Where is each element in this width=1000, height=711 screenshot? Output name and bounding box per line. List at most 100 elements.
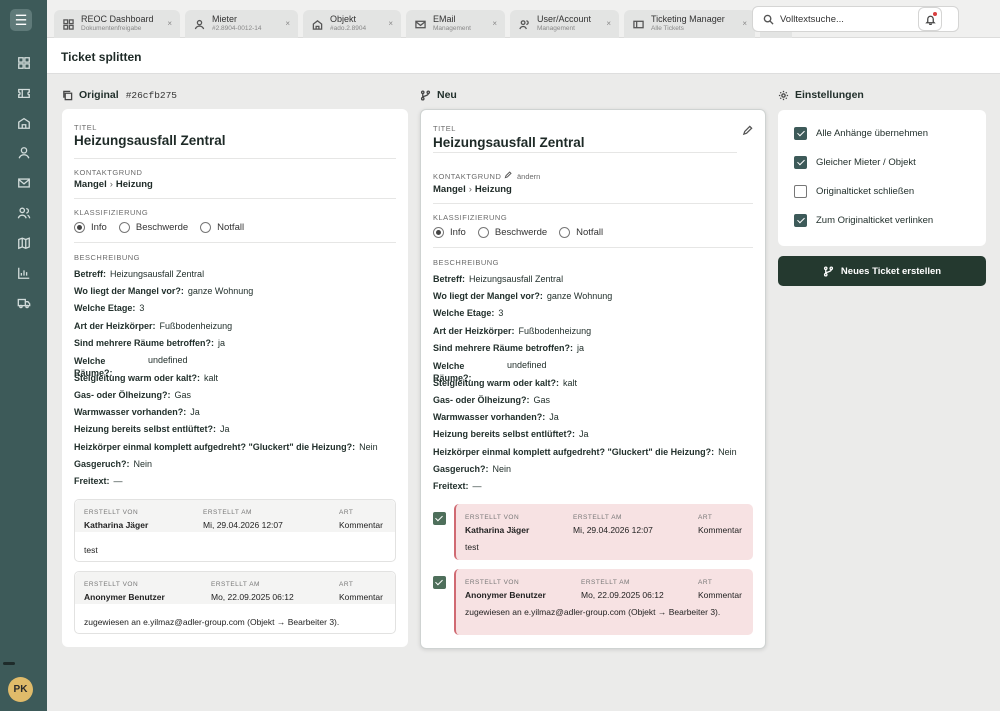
map-icon[interactable]	[0, 228, 47, 258]
create-ticket-button[interactable]: Neues Ticket erstellen	[778, 256, 986, 286]
radio-label: Beschwerde	[494, 227, 548, 238]
history-entry: ERSTELLT VON Katharina Jäger ERSTELLT AM…	[74, 499, 396, 562]
radio-info[interactable]: Info	[74, 222, 107, 233]
tab-subtitle: Alle Tickets	[651, 25, 684, 33]
entry-type: Kommentar	[339, 520, 383, 530]
checkbox[interactable]	[794, 185, 807, 198]
kontaktgrund-category: Mangel	[433, 184, 466, 195]
tab-email[interactable]: EMail Management ×	[406, 10, 505, 38]
kontaktgrund-label: KONTAKTGRUND	[74, 168, 143, 177]
beschreibung-row: Freitext: —	[433, 481, 482, 491]
tab-ticketing-manager[interactable]: Ticketing Manager Alle Tickets ×	[624, 10, 755, 38]
entry-label: ERSTELLT AM	[581, 579, 630, 586]
sidebar: ☰ PK	[0, 0, 47, 711]
tab-reoc-dashboard[interactable]: REOC Dashboard Dokumentenfreigabe ×	[54, 10, 180, 38]
titel-label: TITEL	[74, 123, 97, 132]
close-icon[interactable]: ×	[388, 19, 393, 28]
sidebar-resize-handle[interactable]	[3, 662, 15, 665]
history-entry-selected: ERSTELLT VON Anonymer Benutzer ERSTELLT …	[454, 569, 753, 635]
tab-objekt[interactable]: Objekt #ado.2.8904 ×	[303, 10, 401, 38]
search-input[interactable]	[780, 13, 930, 25]
entry-label: ERSTELLT AM	[211, 581, 260, 588]
checkbox-checked[interactable]	[794, 156, 807, 169]
mail-icon[interactable]	[0, 168, 47, 198]
beschreibung-row: Warmwasser vorhanden?: Ja	[74, 407, 200, 417]
kontaktgrund-label: KONTAKTGRUND	[433, 172, 502, 181]
entry-author: Anonymer Benutzer	[465, 590, 546, 600]
setting-option[interactable]: Zum Originalticket verlinken	[794, 214, 933, 227]
entry-type: Kommentar	[339, 592, 383, 602]
ticket-title-input[interactable]: Heizungsausfall Zentral	[433, 135, 585, 150]
split-icon	[823, 265, 834, 277]
checkbox-checked[interactable]	[794, 214, 807, 227]
chart-icon[interactable]	[0, 258, 47, 288]
tab-mieter[interactable]: Mieter #2.8904-0012-14 ×	[185, 10, 298, 38]
entry-text: test	[84, 545, 98, 555]
beschreibung-row: Welche Etage: 3	[433, 308, 504, 318]
radio-button[interactable]	[200, 222, 212, 233]
radio-beschwerde[interactable]: Beschwerde	[118, 222, 188, 233]
radio-button[interactable]	[559, 227, 571, 238]
close-icon[interactable]: ×	[285, 19, 290, 28]
beschreibung-row: Sind mehrere Räume betroffen?: ja	[433, 343, 585, 353]
beschreibung-row: Betreff: Heizungsausfall Zentral	[74, 269, 205, 279]
entry-author: Anonymer Benutzer	[84, 592, 165, 602]
entry-label: ART	[339, 509, 354, 516]
menu-icon[interactable]: ☰	[10, 9, 32, 31]
entry-label: ART	[698, 514, 713, 521]
avatar[interactable]: PK	[8, 677, 33, 702]
page-header: Ticket splitten	[47, 38, 1000, 74]
checkbox-checked[interactable]	[794, 127, 807, 140]
kontaktgrund-value: Mangel › Heizung	[433, 184, 512, 195]
original-heading: Original #26cfb275	[62, 89, 177, 101]
new-ticket-card: TITEL Heizungsausfall Zentral KONTAKTGRU…	[420, 109, 766, 649]
entry-date: Mi, 29.04.2026 12:07	[573, 525, 653, 535]
edit-title-icon[interactable]	[742, 125, 753, 139]
beschreibung-row: Art der Heizkörper: Fußbodenheizung	[74, 321, 233, 331]
ticket-hash: #26cfb275	[125, 89, 177, 101]
notification-button[interactable]	[918, 7, 942, 31]
klassifizierung-radio-group: Info Beschwerde Notfall	[433, 227, 615, 238]
radio-info[interactable]: Info	[433, 227, 466, 238]
entry-label: ART	[339, 581, 354, 588]
radio-button-checked[interactable]	[433, 227, 444, 238]
radio-button[interactable]	[477, 227, 489, 238]
kontaktgrund-value: Mangel › Heizung	[74, 179, 153, 190]
settings-heading: Einstellungen	[778, 89, 864, 101]
kontaktgrund-edit-link[interactable]: ändern	[517, 172, 540, 181]
beschreibung-row: Heizkörper einmal komplett aufgedreht? "…	[74, 442, 378, 452]
radio-notfall[interactable]: Notfall	[559, 227, 603, 238]
ticket-icon[interactable]	[0, 78, 47, 108]
close-icon[interactable]: ×	[492, 19, 497, 28]
klassifizierung-radio-group: Info Beschwerde Notfall	[74, 222, 256, 233]
entry-label: ERSTELLT AM	[573, 514, 622, 521]
beschreibung-row: Freitext: —	[74, 476, 123, 486]
setting-label: Gleicher Mieter / Objekt	[816, 157, 916, 168]
pencil-icon[interactable]	[504, 171, 512, 182]
entry-type: Kommentar	[698, 525, 742, 535]
tab-subtitle: #2.8904-0012-14	[212, 25, 262, 33]
user-icon[interactable]	[0, 138, 47, 168]
radio-beschwerde[interactable]: Beschwerde	[477, 227, 548, 238]
kontaktgrund-subcategory: Heizung	[474, 184, 512, 195]
truck-icon[interactable]	[0, 288, 47, 318]
history-entry-selected: ERSTELLT VON Katharina Jäger ERSTELLT AM…	[454, 504, 753, 560]
building-icon[interactable]	[0, 108, 47, 138]
close-icon[interactable]: ×	[167, 19, 172, 28]
setting-option[interactable]: Gleicher Mieter / Objekt	[794, 156, 916, 169]
setting-option[interactable]: Originalticket schließen	[794, 185, 914, 198]
radio-button-checked[interactable]	[74, 222, 85, 233]
tab-user-account[interactable]: User/Account Management ×	[510, 10, 619, 38]
close-icon[interactable]: ×	[606, 19, 611, 28]
radio-notfall[interactable]: Notfall	[200, 222, 244, 233]
entry-checkbox[interactable]	[433, 576, 446, 589]
setting-option[interactable]: Alle Anhänge übernehmen	[794, 127, 928, 140]
close-icon[interactable]: ×	[742, 19, 747, 28]
radio-button[interactable]	[118, 222, 130, 233]
entry-checkbox[interactable]	[433, 512, 446, 525]
users-icon[interactable]	[0, 198, 47, 228]
dashboard-icon[interactable]	[0, 48, 47, 78]
page-title: Ticket splitten	[61, 50, 142, 64]
beschreibung-row: Wo liegt der Mangel vor?: ganze Wohnung	[74, 286, 254, 296]
beschreibung-label: BESCHREIBUNG	[433, 258, 500, 267]
